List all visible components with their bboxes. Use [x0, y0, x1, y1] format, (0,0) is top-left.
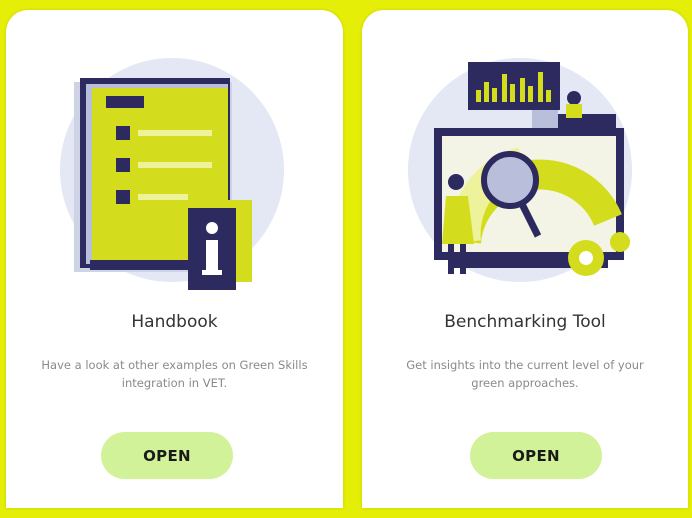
handbook-card: Handbook Have a look at other examples o… [6, 10, 343, 508]
handbook-illustration-icon [60, 58, 284, 290]
card-description: Get insights into the current level of y… [406, 358, 644, 390]
benchmark-card: Benchmarking Tool Get insights into the … [362, 10, 688, 508]
open-benchmark-button[interactable]: OPEN [470, 432, 602, 479]
card-title: Benchmarking Tool [444, 312, 606, 332]
benchmark-gauge-illustration-icon [408, 58, 632, 282]
open-handbook-button[interactable]: OPEN [101, 432, 233, 479]
card-description: Have a look at other examples on Green S… [41, 358, 308, 390]
card-title: Handbook [131, 312, 218, 332]
